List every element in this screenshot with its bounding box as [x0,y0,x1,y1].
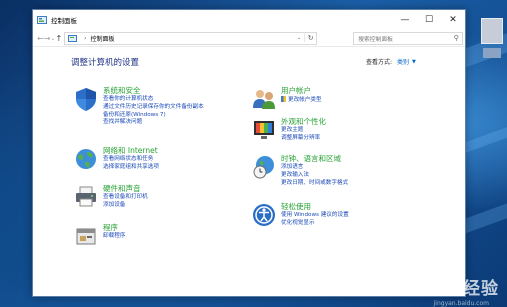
network-globe-icon[interactable] [73,146,99,172]
link-network-status[interactable]: 查看网络状态和任务 [103,156,159,164]
link-add-device[interactable]: 添加设备 [103,202,148,210]
link-recommended-settings[interactable]: 使用 Windows 建议的设置 [281,212,349,220]
category-network-internet: 网络和 Internet 查看网络状态和任务 选择家庭组和共享选项 [73,146,159,172]
users-icon[interactable] [251,86,277,112]
ease-of-access-icon[interactable] [251,202,277,228]
view-by-dropdown[interactable]: 类别 [397,57,409,66]
control-panel-window: 控制面板 — ☐ ✕ ← → ⌄ ↑ › 控制面板 ⌄ ↻ 搜索控制面板 ⚲ 调… [32,9,466,297]
page-title: 调整计算机的设置 [71,58,140,68]
category-system-security: 系统和安全 查看你的计算机状态 通过文件历史记录保存你的文件备份副本 备份和还原… [73,86,204,127]
category-clock-language-region: 时钟、语言和区域 添加语言 更改输入法 更改日期、时间或数字格式 [251,154,348,187]
search-placeholder: 搜索控制面板 [358,36,393,43]
title-bar[interactable]: 控制面板 — ☐ ✕ [33,10,465,30]
address-bar[interactable]: › 控制面板 ⌄ ↻ [64,31,318,45]
printer-icon[interactable] [73,184,99,210]
refresh-icon[interactable]: ↻ [304,34,316,42]
minimize-button[interactable]: — [393,10,417,30]
link-file-history[interactable]: 通过文件历史记录保存你的文件备份副本 [103,104,204,112]
link-change-theme[interactable]: 更改主题 [281,127,326,135]
category-title[interactable]: 时钟、语言和区域 [281,154,348,163]
window-title: 控制面板 [51,17,77,25]
desktop-shortcut-label [483,48,501,58]
chevron-down-icon[interactable]: ▼ [412,59,416,65]
category-title[interactable]: 轻松使用 [281,202,349,211]
link-homegroup-sharing[interactable]: 选择家庭组和共享选项 [103,164,159,172]
link-troubleshoot[interactable]: 查找并解决问题 [103,119,204,127]
breadcrumb-control-panel[interactable]: 控制面板 [91,34,115,43]
watermark-url: jingyan.baidu.com [433,300,489,307]
search-icon[interactable]: ⚲ [450,34,462,42]
link-adjust-resolution[interactable]: 调整屏幕分辨率 [281,135,326,143]
link-view-status[interactable]: 查看你的计算机状态 [103,96,204,104]
category-title[interactable]: 系统和安全 [103,86,204,95]
link-optimize-visual-display[interactable]: 优化视觉显示 [281,220,349,228]
main-content: 调整计算机的设置 查看方式: 类别 ▼ 系统和安全 查看你的计算机状态 通过文件… [33,47,465,296]
up-button[interactable]: ↑ [55,32,62,44]
search-input[interactable]: 搜索控制面板 ⚲ [353,31,464,45]
category-programs: 程序 卸载程序 [73,223,125,249]
watermark-logo: Bai度 经验 [403,279,499,299]
link-change-input-method[interactable]: 更改输入法 [281,172,348,180]
category-title[interactable]: 程序 [103,223,125,232]
forward-button[interactable]: → [44,32,51,44]
shield-icon[interactable] [73,86,99,112]
category-title[interactable]: 网络和 Internet [103,146,159,155]
programs-icon[interactable] [73,223,99,249]
link-uninstall-program[interactable]: 卸载程序 [103,233,125,241]
maximize-button[interactable]: ☐ [417,10,441,30]
category-title[interactable]: 硬件和声音 [103,184,148,193]
category-hardware-sound: 硬件和声音 查看设备和打印机 添加设备 [73,184,148,210]
breadcrumb-separator: › [84,34,87,42]
category-title[interactable]: 用户帐户 [281,86,322,95]
view-by-selector: 查看方式: 类别 ▼ [366,57,416,67]
back-button[interactable]: ← [37,32,44,44]
link-change-date-time-format[interactable]: 更改日期、时间或数字格式 [281,180,348,188]
control-panel-icon [37,15,47,24]
close-button[interactable]: ✕ [441,10,465,30]
address-dropdown-icon[interactable]: ⌄ [294,35,304,41]
category-ease-of-access: 轻松使用 使用 Windows 建议的设置 优化视觉显示 [251,202,349,228]
clock-globe-icon[interactable] [251,154,277,180]
view-by-label: 查看方式: [366,59,393,66]
link-change-account-type[interactable]: 更改帐户类型 [281,96,322,105]
link-add-language[interactable]: 添加语言 [281,164,348,172]
appearance-icon[interactable] [251,117,277,143]
link-devices-printers[interactable]: 查看设备和打印机 [103,194,148,202]
navigation-bar: ← → ⌄ ↑ › 控制面板 ⌄ ↻ 搜索控制面板 ⚲ [33,30,465,47]
category-user-accounts: 用户帐户 更改帐户类型 [251,86,322,112]
category-title[interactable]: 外观和个性化 [281,117,326,126]
desktop-shortcut-icon[interactable] [481,18,503,44]
category-appearance-personalization: 外观和个性化 更改主题 调整屏幕分辨率 [251,117,326,143]
control-panel-icon [68,34,78,42]
